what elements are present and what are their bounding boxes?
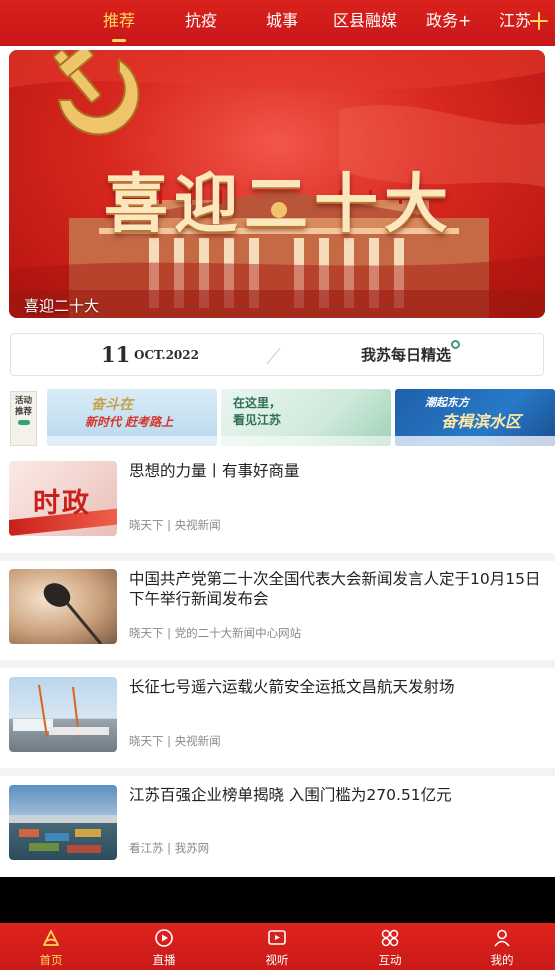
news-thumbnail (9, 677, 117, 752)
activity-card-line1: 奋斗在 (91, 397, 133, 413)
activity-card-line2: 新时代 赶考路上 (85, 415, 174, 429)
activity-card-line2: 奋楫滨水区 (441, 412, 522, 431)
divider (0, 553, 555, 561)
news-title: 中国共产党第二十次全国代表大会新闻发言人定于10月15日下午举行新闻发布会 (129, 570, 541, 608)
date-day: 11 (101, 342, 131, 367)
news-source: 我苏网 (174, 841, 210, 855)
top-tab-bar: 推荐 抗疫 城事 区县融媒 政务+ 江苏 (0, 0, 555, 46)
divider (0, 660, 555, 668)
tab-county-media[interactable]: 区县融媒 (333, 0, 397, 46)
news-channel: 晓天下 (129, 734, 164, 748)
news-thumbnail (9, 785, 117, 860)
meta-separator: | (167, 626, 175, 640)
activity-label: 活动推荐 (10, 391, 37, 446)
meta-separator: | (167, 734, 175, 748)
play-icon (155, 929, 173, 947)
app-screen: 推荐 抗疫 城事 区县融媒 政务+ 江苏 喜迎二十大 喜迎二十大 11 OCT.… (0, 0, 555, 970)
news-source: 央视新闻 (174, 518, 221, 532)
profile-icon (494, 929, 510, 947)
news-meta: 晓天下 | 央视新闻 (129, 733, 221, 749)
hero-banner[interactable]: 喜迎二十大 喜迎二十大 (9, 50, 545, 318)
daily-pick-title: 我苏每日精选 (361, 346, 452, 364)
grid-icon (381, 929, 399, 947)
meta-separator: | (167, 841, 175, 855)
news-title: 思想的力量丨有事好商量 (129, 462, 300, 480)
nav-label: 我的 (490, 953, 514, 967)
nav-home[interactable]: 首页 (11, 923, 91, 970)
circle-icon (451, 340, 460, 349)
nav-label: 互动 (378, 953, 402, 967)
home-icon (43, 930, 59, 946)
tab-jiangsu[interactable]: 江苏 (499, 0, 531, 46)
video-icon (268, 930, 286, 945)
news-title: 长征七号遥六运载火箭安全运抵文昌航天发射场 (129, 678, 455, 696)
card-footer (47, 436, 217, 446)
tab-city[interactable]: 城事 (266, 0, 298, 46)
activity-card[interactable]: 在这里， 看见江苏 (221, 389, 391, 446)
nav-profile[interactable]: 我的 (462, 923, 542, 970)
card-footer (395, 436, 555, 446)
activity-card[interactable]: 潮起东方 奋楫滨水区 (395, 389, 555, 446)
tab-epidemic[interactable]: 抗疫 (185, 0, 217, 46)
tab-government[interactable]: 政务+ (426, 0, 471, 46)
active-tab-indicator (112, 39, 126, 42)
activity-badge-icon (17, 420, 30, 425)
news-channel: 晓天下 (129, 626, 164, 640)
video-placeholder (0, 877, 555, 923)
activity-card-line1: 在这里， (233, 396, 282, 410)
banner-headline: 喜迎二十大 (104, 167, 454, 242)
news-source: 央视新闻 (174, 734, 221, 748)
news-meta: 看江苏 | 我苏网 (129, 840, 209, 856)
divider (0, 768, 555, 776)
plus-icon[interactable] (530, 12, 548, 30)
news-title: 江苏百强企业榜单揭晓 入围门槛为270.51亿元 (129, 786, 452, 804)
harbor-image (9, 815, 117, 853)
bottom-nav: 首页 直播 视听 互动 我的 (0, 923, 555, 970)
news-thumbnail (9, 569, 117, 644)
news-channel: 晓天下 (129, 518, 164, 532)
banner-caption: 喜迎二十大 (24, 297, 100, 315)
nav-live[interactable]: 直播 (124, 923, 204, 970)
nav-label: 视听 (265, 953, 289, 967)
card-footer (221, 436, 391, 446)
nav-interact[interactable]: 互动 (350, 923, 430, 970)
activity-card-line2: 看见江苏 (233, 413, 282, 427)
nav-label: 首页 (39, 953, 63, 967)
microphone-icon (43, 583, 103, 644)
activity-label-text: 活动推荐 (14, 396, 32, 417)
news-thumbnail: 时政 (9, 461, 117, 536)
news-meta: 晓天下 | 央视新闻 (129, 517, 221, 533)
daily-pick-bar[interactable]: 11 OCT.2022 我苏每日精选 (10, 333, 544, 376)
rocket-transport-image (13, 684, 109, 738)
activity-card[interactable]: 奋斗在 新时代 赶考路上 (47, 389, 217, 446)
divider (266, 348, 281, 364)
date-month-year: OCT.2022 (134, 348, 199, 362)
nav-media[interactable]: 视听 (237, 923, 317, 970)
news-meta: 晓天下 | 党的二十大新闻中心网站 (129, 625, 301, 641)
activity-carousel: 活动推荐 奋斗在 新时代 赶考路上 在这里， 看见江苏 潮起东方 奋楫滨水区 (0, 389, 555, 447)
nav-label: 直播 (152, 953, 176, 967)
news-source: 党的二十大新闻中心网站 (174, 626, 302, 640)
meta-separator: | (167, 518, 175, 532)
thumbnail-text: 时政 (33, 488, 91, 519)
news-channel: 看江苏 (129, 841, 164, 855)
